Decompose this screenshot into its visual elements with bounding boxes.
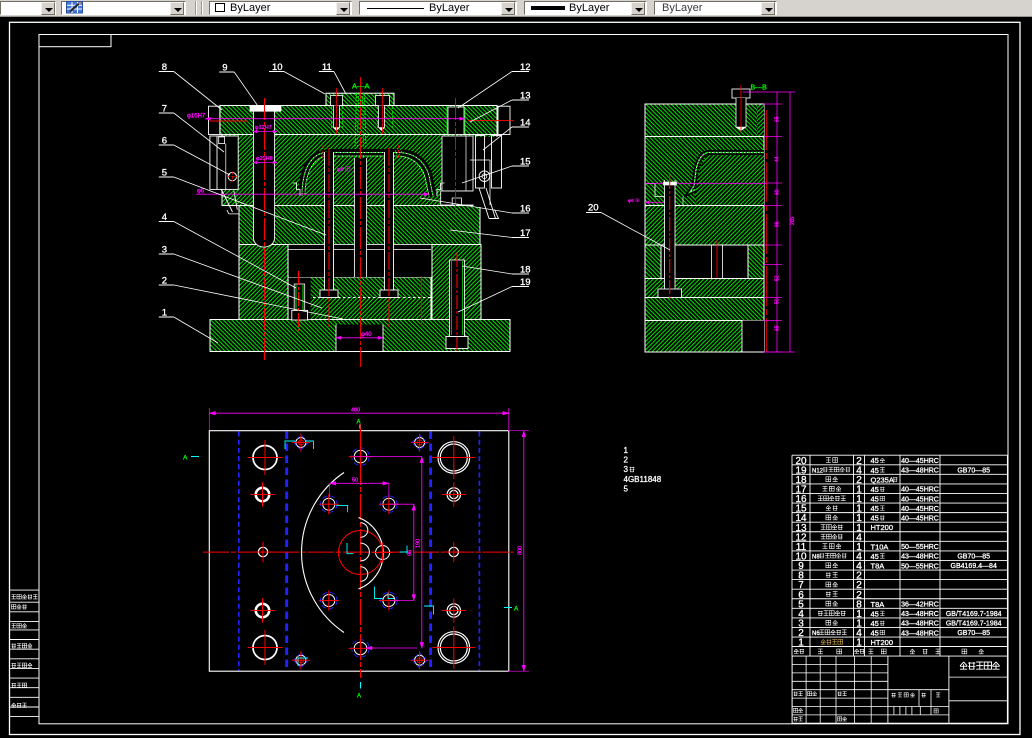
- svg-text:GB/T4169.7-1984: GB/T4169.7-1984: [946, 620, 1002, 627]
- svg-text:45: 45: [871, 609, 879, 618]
- svg-text:96: 96: [408, 550, 414, 556]
- svg-text:45: 45: [871, 619, 879, 628]
- svg-text:GB70—85: GB70—85: [957, 554, 990, 561]
- svg-text:45: 45: [871, 628, 879, 637]
- svg-text:φ40: φ40: [361, 332, 372, 338]
- svg-text:5: 5: [624, 484, 629, 493]
- svg-text:96: 96: [775, 221, 781, 227]
- svg-text:265: 265: [790, 216, 796, 225]
- svg-text:45: 45: [871, 456, 879, 465]
- svg-text:40—45HRC: 40—45HRC: [901, 506, 939, 513]
- svg-text:40—45HRC: 40—45HRC: [901, 496, 939, 503]
- svg-text:43—48HRC: 43—48HRC: [901, 554, 939, 561]
- svg-text:A—A: A—A: [352, 82, 370, 91]
- svg-text:3: 3: [624, 465, 629, 474]
- svg-text:45: 45: [871, 494, 879, 503]
- svg-text:36—42HRC: 36—42HRC: [901, 602, 939, 609]
- svg-text:44: 44: [775, 156, 781, 162]
- svg-text:φ12H7: φ12H7: [255, 125, 272, 131]
- svg-text:400: 400: [351, 407, 360, 413]
- svg-text:40—45HRC: 40—45HRC: [901, 487, 939, 494]
- svg-text:50: 50: [775, 298, 781, 304]
- svg-text:43—48HRC: 43—48HRC: [901, 630, 939, 637]
- svg-text:1: 1: [856, 638, 862, 649]
- svg-text:GB70—85: GB70—85: [957, 630, 990, 637]
- svg-text:A: A: [183, 455, 188, 462]
- svg-text:φ16H7: φ16H7: [187, 114, 206, 120]
- svg-text:T8A: T8A: [871, 561, 885, 570]
- svg-text:B—B: B—B: [751, 85, 768, 92]
- svg-text:HT200: HT200: [871, 638, 894, 647]
- svg-text:60: 60: [775, 189, 781, 195]
- svg-text:GB70—85: GB70—85: [957, 467, 990, 474]
- svg-text:43—48HRC: 43—48HRC: [901, 468, 939, 475]
- svg-text:43—48HRC: 43—48HRC: [901, 621, 939, 628]
- svg-text:45: 45: [871, 514, 879, 523]
- svg-text:N6: N6: [812, 631, 820, 637]
- svg-text:N8: N8: [812, 554, 820, 560]
- svg-text:2: 2: [624, 456, 629, 465]
- svg-text:Q235A: Q235A: [871, 475, 894, 484]
- svg-text:190: 190: [416, 539, 422, 548]
- svg-text:φ6: φ6: [628, 198, 634, 204]
- svg-text:HT200: HT200: [871, 523, 894, 532]
- svg-text:1: 1: [798, 638, 804, 649]
- svg-text:20: 20: [588, 203, 599, 214]
- svg-text:1: 1: [624, 446, 629, 455]
- svg-text:A: A: [357, 694, 361, 700]
- svg-text:50: 50: [352, 478, 358, 484]
- svg-text:43—48HRC: 43—48HRC: [901, 611, 939, 618]
- svg-text:45: 45: [871, 466, 879, 475]
- svg-text:40—45HRC: 40—45HRC: [901, 458, 939, 465]
- svg-text:T10A: T10A: [871, 542, 889, 551]
- svg-text:65: 65: [775, 325, 781, 331]
- svg-text:A: A: [514, 606, 519, 613]
- svg-text:N12: N12: [812, 468, 824, 474]
- svg-text:4GB11848: 4GB11848: [624, 475, 662, 484]
- svg-text:40—45HRC: 40—45HRC: [901, 515, 939, 522]
- svg-text:GB4169.4—84: GB4169.4—84: [951, 563, 997, 570]
- svg-text:52: 52: [775, 275, 781, 281]
- svg-text:45: 45: [871, 552, 879, 561]
- svg-text:50—55HRC: 50—55HRC: [901, 563, 939, 570]
- svg-text:300: 300: [518, 546, 524, 555]
- svg-text:50—55HRC: 50—55HRC: [901, 544, 939, 551]
- svg-text:GB/T4169.7-1984: GB/T4169.7-1984: [946, 611, 1002, 618]
- svg-text:φ20H8: φ20H8: [256, 156, 273, 162]
- svg-text:45: 45: [871, 485, 879, 494]
- svg-text:45: 45: [871, 504, 879, 513]
- svg-text:φ6: φ6: [197, 189, 205, 195]
- svg-text:φ8: φ8: [337, 167, 344, 173]
- svg-text:65: 65: [775, 116, 781, 122]
- svg-text:T8A: T8A: [871, 600, 885, 609]
